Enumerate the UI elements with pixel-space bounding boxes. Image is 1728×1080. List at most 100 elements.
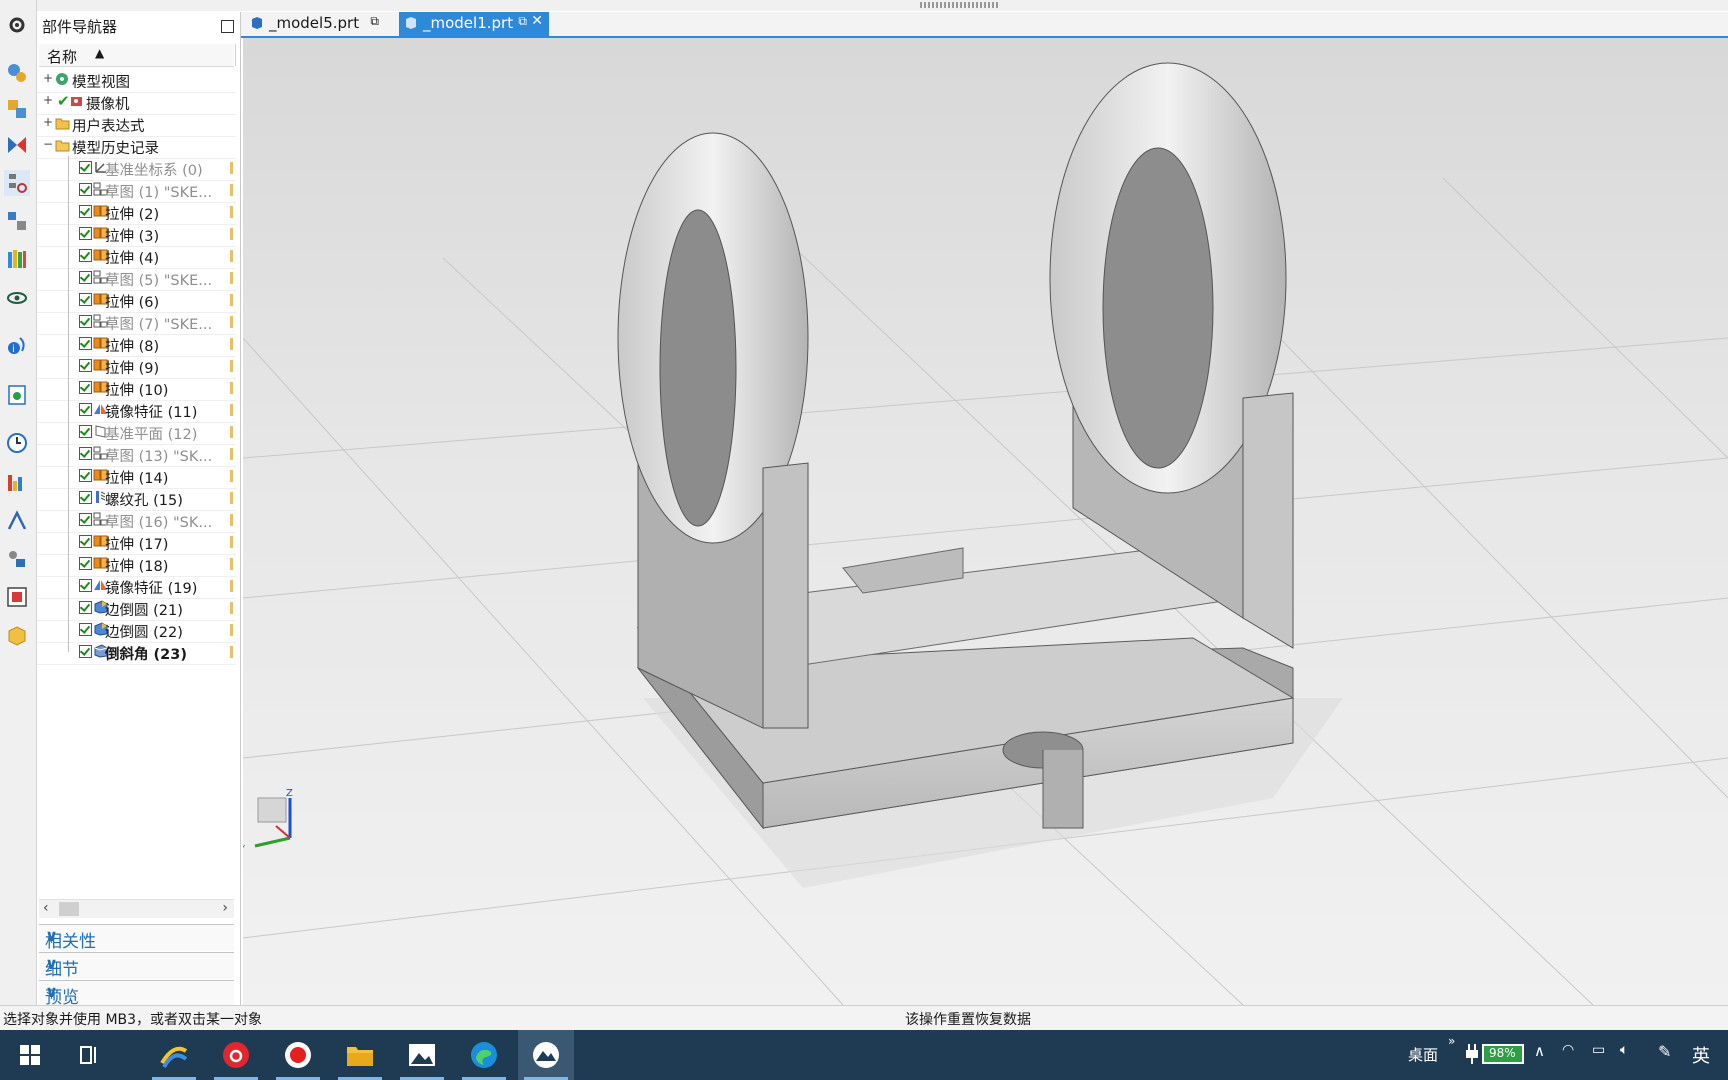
status-mark (230, 514, 233, 526)
tree-label: 螺纹孔 (15) (105, 493, 183, 509)
svg-text:i: i (12, 344, 15, 355)
web-browser-icon[interactable] (4, 382, 30, 408)
camera-icon (71, 97, 82, 106)
info-broadcast-icon[interactable]: i (4, 332, 30, 358)
checkbox[interactable] (79, 293, 92, 306)
roles-icon[interactable] (4, 508, 30, 534)
panel-dependencies[interactable]: 相关性 ∨ (39, 924, 234, 952)
windows-taskbar: 桌面 » 98% ∧ ◠ ▭ 🔈︎ ✎ 英 (0, 1030, 1728, 1080)
checkbox[interactable] (79, 359, 92, 372)
tree-label: 拉伸 (14) (105, 471, 169, 487)
system-scene-icon[interactable] (4, 546, 30, 572)
tree-row[interactable]: 倒斜角 (23) (37, 640, 236, 665)
packaging-box-icon[interactable] (4, 622, 30, 648)
navigator-title: 部件导航器 (42, 18, 118, 36)
edge-icon[interactable] (456, 1030, 512, 1080)
folder-icon (55, 118, 70, 130)
model-scene[interactable]: Z Y (243, 38, 1728, 1005)
battery-icon[interactable]: ▭ (1592, 1042, 1605, 1058)
checkbox[interactable] (79, 315, 92, 328)
wifi-icon[interactable]: ◠ (1562, 1042, 1574, 1058)
checkbox[interactable] (79, 579, 92, 592)
checkbox[interactable] (79, 425, 92, 438)
scroll-thumb[interactable] (59, 902, 79, 916)
part-navigator-active-icon[interactable] (4, 170, 30, 196)
overflow-chevron-icon[interactable]: » (1448, 1034, 1455, 1048)
panel-preview[interactable]: 预览 ∨ (39, 980, 234, 1008)
checkbox[interactable] (79, 161, 92, 174)
expander-icon[interactable]: + (43, 94, 53, 106)
checkbox[interactable] (79, 249, 92, 262)
desktop-label[interactable]: 桌面 (1408, 1044, 1438, 1065)
show-hidden-icons-icon[interactable]: ∧ (1534, 1042, 1545, 1060)
pen-icon[interactable]: ✎ (1658, 1042, 1671, 1061)
checkbox[interactable] (79, 183, 92, 196)
file-explorer-icon[interactable] (332, 1030, 388, 1080)
checkbox[interactable] (79, 469, 92, 482)
netease-music-icon[interactable] (208, 1030, 264, 1080)
photos-icon[interactable] (394, 1030, 450, 1080)
battery-indicator[interactable]: 98% (1482, 1044, 1524, 1064)
close-icon[interactable]: ✕ (531, 13, 543, 29)
resource-bar: i (0, 0, 37, 1008)
tree-label: 用户表达式 (72, 119, 145, 135)
nx-icon[interactable] (518, 1030, 574, 1080)
scroll-left-icon[interactable]: ‹ (43, 900, 49, 916)
maximize-icon[interactable] (221, 20, 234, 33)
checkbox[interactable] (79, 623, 92, 636)
tab-model5[interactable]: _model5.prt ⧉ (245, 12, 385, 36)
power-plug-icon (1466, 1044, 1478, 1064)
expander-icon[interactable]: + (43, 116, 53, 128)
left-ring-bracket (617, 132, 809, 729)
process-studio-icon[interactable] (4, 470, 30, 496)
reuse-library-icon[interactable] (4, 208, 30, 234)
palette-icon[interactable] (4, 584, 30, 610)
assembly-navigator-icon[interactable] (4, 60, 30, 86)
checkbox[interactable] (79, 227, 92, 240)
tab-model1[interactable]: _model1.prt ⧉ ✕ (399, 12, 549, 36)
status-bar: 选择对象并使用 MB3，或者双击某一对象 该操作重置恢复数据 (0, 1005, 1728, 1031)
tree-guide-line (68, 156, 69, 652)
task-view-icon[interactable] (62, 1030, 118, 1080)
checkbox[interactable] (79, 271, 92, 284)
document-tab-bar: _model5.prt ⧉ _model1.prt ⧉ ✕ (241, 12, 1728, 38)
resize-grip[interactable] (920, 2, 998, 8)
history-clock-icon[interactable] (4, 430, 30, 456)
graphics-window[interactable]: Z Y (243, 38, 1728, 1005)
status-mark (230, 492, 233, 504)
checkbox[interactable] (79, 381, 92, 394)
status-mark (230, 228, 233, 240)
expander-icon[interactable]: − (43, 138, 53, 150)
checkbox[interactable] (79, 557, 92, 570)
tree-label: 草图 (13) "SK... (105, 449, 213, 465)
gear-icon[interactable] (4, 12, 30, 38)
volume-icon[interactable]: 🔈︎ (1620, 1042, 1628, 1058)
ime-indicator[interactable]: 英 (1692, 1042, 1710, 1068)
status-mark (230, 206, 233, 218)
checkbox[interactable] (79, 645, 92, 658)
constraint-navigator-icon[interactable] (4, 96, 30, 122)
expander-icon[interactable]: + (43, 72, 53, 84)
tree-label: 拉伸 (3) (105, 229, 160, 245)
tree-label: 边倒圆 (22) (105, 625, 183, 641)
battery-percent: 98% (1489, 1046, 1516, 1060)
checkbox[interactable] (79, 447, 92, 460)
part-navigator-icon[interactable] (4, 132, 30, 158)
panel-details[interactable]: 细节 ∨ (39, 952, 234, 980)
column-header-name[interactable]: 名称 ▲ (39, 44, 236, 67)
checkbox[interactable] (79, 403, 92, 416)
recorder-icon[interactable] (270, 1030, 326, 1080)
checkbox[interactable] (79, 513, 92, 526)
tree-label: 拉伸 (9) (105, 361, 160, 377)
library-books-icon[interactable] (4, 246, 30, 272)
checkbox[interactable] (79, 535, 92, 548)
checkbox[interactable] (79, 205, 92, 218)
checkbox[interactable] (79, 491, 92, 504)
checkbox[interactable] (79, 337, 92, 350)
horizontal-scrollbar[interactable]: ‹ › (39, 899, 234, 918)
checkbox[interactable] (79, 601, 92, 614)
app-icon[interactable] (146, 1030, 202, 1080)
scroll-right-icon[interactable]: › (222, 900, 228, 916)
start-icon[interactable] (2, 1030, 58, 1080)
visualization-eye-icon[interactable] (4, 284, 30, 310)
